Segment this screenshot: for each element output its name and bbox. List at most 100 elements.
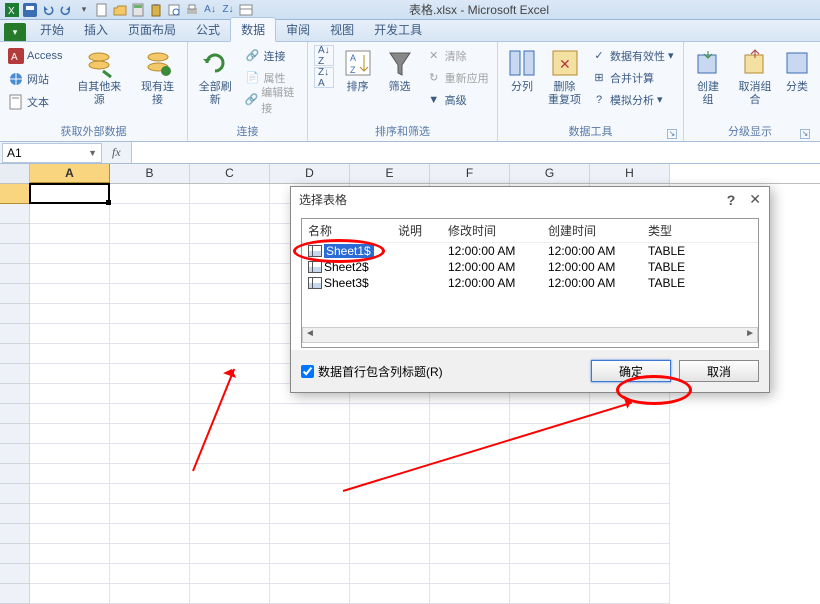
row-head[interactable] — [0, 584, 30, 604]
cell[interactable] — [110, 584, 190, 604]
cell[interactable] — [190, 244, 270, 264]
cell[interactable] — [30, 504, 110, 524]
col-head-B[interactable]: B — [110, 164, 190, 183]
redo-icon[interactable] — [58, 2, 74, 18]
preview-icon[interactable] — [166, 2, 182, 18]
cell[interactable] — [30, 404, 110, 424]
tab-review[interactable]: 审阅 — [276, 18, 320, 41]
select-all-corner[interactable] — [0, 164, 30, 183]
row-head[interactable] — [0, 544, 30, 564]
cell[interactable] — [110, 224, 190, 244]
row-head[interactable] — [0, 564, 30, 584]
cell[interactable] — [30, 224, 110, 244]
subtotal-button[interactable]: 分类 — [784, 45, 810, 96]
cell[interactable] — [30, 204, 110, 224]
cell[interactable] — [29, 183, 110, 204]
cell[interactable] — [190, 484, 270, 504]
checkbox-input[interactable] — [301, 365, 314, 378]
cell[interactable] — [430, 424, 510, 444]
cell[interactable] — [270, 584, 350, 604]
cell[interactable] — [270, 484, 350, 504]
open-icon[interactable] — [112, 2, 128, 18]
from-access-button[interactable]: AAccess — [6, 45, 64, 66]
cancel-button[interactable]: 取消 — [679, 360, 759, 382]
cell[interactable] — [30, 324, 110, 344]
row-head[interactable] — [0, 224, 30, 244]
cell[interactable] — [110, 564, 190, 584]
cell[interactable] — [430, 584, 510, 604]
row-head[interactable] — [0, 424, 30, 444]
cell[interactable] — [30, 364, 110, 384]
dialog-titlebar[interactable]: 选择表格 ? ✕ — [291, 187, 769, 213]
cell[interactable] — [190, 324, 270, 344]
launcher-icon[interactable]: ↘ — [667, 129, 677, 139]
file-tab[interactable]: ▾ — [4, 23, 26, 41]
col-head-D[interactable]: D — [270, 164, 350, 183]
form-icon[interactable] — [238, 2, 254, 18]
col-head-F[interactable]: F — [430, 164, 510, 183]
cell[interactable] — [190, 564, 270, 584]
cell[interactable] — [590, 444, 670, 464]
cell[interactable] — [190, 544, 270, 564]
row-head[interactable] — [0, 404, 30, 424]
qat-more-icon[interactable]: ▾ — [76, 2, 92, 18]
cell[interactable] — [110, 204, 190, 224]
cell[interactable] — [30, 444, 110, 464]
horizontal-scrollbar[interactable] — [302, 327, 758, 343]
cell[interactable] — [110, 304, 190, 324]
tab-start[interactable]: 开始 — [30, 18, 74, 41]
cell[interactable] — [30, 524, 110, 544]
cell[interactable] — [350, 524, 430, 544]
save-icon[interactable] — [22, 2, 38, 18]
cell[interactable] — [30, 484, 110, 504]
close-icon[interactable]: ✕ — [749, 191, 761, 208]
cell[interactable] — [190, 584, 270, 604]
cell[interactable] — [110, 324, 190, 344]
tab-view[interactable]: 视图 — [320, 18, 364, 41]
row-head[interactable] — [0, 524, 30, 544]
cell[interactable] — [190, 504, 270, 524]
sort-asc-small[interactable]: A↓Z — [314, 45, 334, 66]
cell[interactable] — [110, 504, 190, 524]
cell[interactable] — [510, 544, 590, 564]
cell[interactable] — [430, 504, 510, 524]
cell[interactable] — [110, 384, 190, 404]
table-row[interactable]: Sheet1$12:00:00 AM12:00:00 AMTABLE — [302, 243, 758, 259]
cell[interactable] — [590, 584, 670, 604]
cell[interactable] — [510, 424, 590, 444]
cell[interactable] — [190, 204, 270, 224]
cell[interactable] — [350, 564, 430, 584]
cell[interactable] — [110, 464, 190, 484]
cell[interactable] — [30, 544, 110, 564]
cell[interactable] — [30, 424, 110, 444]
print-icon[interactable] — [184, 2, 200, 18]
cell[interactable] — [510, 584, 590, 604]
cell[interactable] — [190, 264, 270, 284]
row-head[interactable] — [0, 384, 30, 404]
cell[interactable] — [350, 544, 430, 564]
name-box[interactable]: A1▼ — [2, 143, 102, 163]
filter-button[interactable]: 筛选 — [382, 45, 418, 96]
remove-duplicates-button[interactable]: ✕删除 重复项 — [546, 45, 583, 109]
cell[interactable] — [30, 304, 110, 324]
data-validation-button[interactable]: ✓数据有效性 ▾ — [589, 45, 676, 66]
formula-input[interactable] — [131, 142, 820, 163]
cell[interactable] — [430, 544, 510, 564]
whatif-button[interactable]: ?模拟分析 ▾ — [589, 89, 676, 110]
row-head[interactable] — [0, 364, 30, 384]
paste-icon[interactable] — [148, 2, 164, 18]
cell[interactable] — [30, 244, 110, 264]
cell[interactable] — [270, 564, 350, 584]
col-head-G[interactable]: G — [510, 164, 590, 183]
text-to-columns-button[interactable]: 分列 — [504, 45, 540, 96]
cell[interactable] — [590, 564, 670, 584]
col-head-C[interactable]: C — [190, 164, 270, 183]
group-button[interactable]: 创建组 — [690, 45, 726, 109]
cell[interactable] — [30, 264, 110, 284]
cell[interactable] — [190, 404, 270, 424]
help-icon[interactable]: ? — [727, 192, 736, 208]
col-head-H[interactable]: H — [590, 164, 670, 183]
cell[interactable] — [110, 184, 190, 204]
cell[interactable] — [270, 444, 350, 464]
cell[interactable] — [510, 564, 590, 584]
